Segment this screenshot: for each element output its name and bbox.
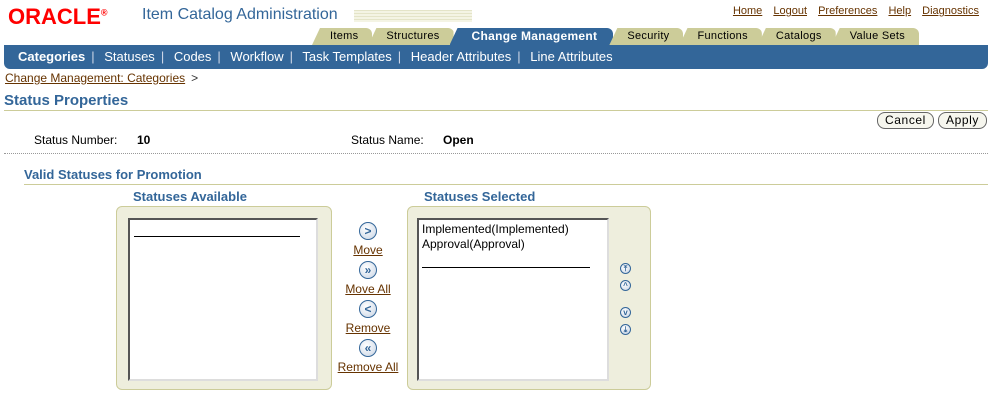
list-separator xyxy=(422,267,590,268)
home-link[interactable]: Home xyxy=(733,5,762,17)
tab-bar: Items Structures Change Management Secur… xyxy=(312,28,920,45)
status-name-value: Open xyxy=(443,133,474,147)
remove-all-link[interactable]: Remove All xyxy=(328,360,408,374)
subnav-categories[interactable]: Categories xyxy=(18,49,85,64)
section-title: Valid Statuses for Promotion xyxy=(24,167,202,182)
tab-change-management[interactable]: Change Management xyxy=(449,28,614,45)
preferences-link[interactable]: Preferences xyxy=(818,5,877,17)
status-number-label: Status Number: xyxy=(34,133,118,147)
title-divider xyxy=(4,110,988,111)
oracle-logo: ORACLE® xyxy=(8,4,108,29)
move-all-right-icon[interactable]: » xyxy=(359,261,377,279)
global-links: Home Logout Preferences Help Diagnostics xyxy=(725,5,979,17)
subnav-task-templates[interactable]: Task Templates xyxy=(302,49,391,64)
breadcrumb: Change Management: Categories > xyxy=(5,71,198,85)
subnav-header-attributes[interactable]: Header Attributes xyxy=(411,49,511,64)
move-control: > Move xyxy=(328,222,408,257)
subnav-statuses[interactable]: Statuses xyxy=(104,49,155,64)
remove-control: < Remove xyxy=(328,300,408,335)
list-item[interactable]: Implemented(Implemented) xyxy=(419,222,607,237)
subnav-codes[interactable]: Codes xyxy=(174,49,212,64)
tab-value-sets[interactable]: Value Sets xyxy=(831,28,920,45)
remove-all-control: « Remove All xyxy=(328,339,408,374)
subnav-line-attributes[interactable]: Line Attributes xyxy=(530,49,612,64)
move-right-icon[interactable]: > xyxy=(359,222,377,240)
breadcrumb-link[interactable]: Change Management: Categories xyxy=(5,71,185,85)
selected-list-title: Statuses Selected xyxy=(424,189,536,204)
move-down-icon[interactable]: v xyxy=(620,307,631,318)
move-all-control: » Move All xyxy=(328,261,408,296)
help-link[interactable]: Help xyxy=(888,5,911,17)
tab-items[interactable]: Items xyxy=(312,28,373,45)
tab-catalogs[interactable]: Catalogs xyxy=(757,28,836,45)
move-to-top-icon[interactable]: ⤒ xyxy=(620,263,631,274)
move-link[interactable]: Move xyxy=(328,243,408,257)
diagnostics-link[interactable]: Diagnostics xyxy=(922,5,979,17)
subnav-workflow[interactable]: Workflow xyxy=(230,49,283,64)
title-decoration xyxy=(354,10,472,22)
list-item[interactable]: Approval(Approval) xyxy=(419,237,607,252)
remove-all-left-icon[interactable]: « xyxy=(359,339,377,357)
logout-link[interactable]: Logout xyxy=(773,5,807,17)
breadcrumb-arrow: > xyxy=(191,71,199,85)
statuses-available-listbox[interactable] xyxy=(128,218,318,381)
dotted-divider xyxy=(4,153,988,154)
page-title: Status Properties xyxy=(4,92,129,109)
remove-link[interactable]: Remove xyxy=(328,321,408,335)
section-divider xyxy=(24,184,988,185)
move-to-bottom-icon[interactable]: ⤓ xyxy=(620,324,631,335)
move-up-icon[interactable]: ^ xyxy=(620,280,631,291)
status-number-value: 10 xyxy=(137,133,151,147)
empty-list-separator xyxy=(134,236,300,237)
apply-button[interactable]: Apply xyxy=(937,112,987,129)
status-name-label: Status Name: xyxy=(351,133,424,147)
tab-security[interactable]: Security xyxy=(609,28,684,45)
available-list-title: Statuses Available xyxy=(133,189,247,204)
sub-navigation: Categories | Statuses | Codes | Workflow | T… xyxy=(4,45,988,69)
app-title: Item Catalog Administration xyxy=(142,6,338,23)
tab-structures[interactable]: Structures xyxy=(368,28,454,45)
statuses-selected-listbox[interactable]: Implemented(Implemented) Approval(Approv… xyxy=(417,218,609,381)
action-buttons: Cancel Apply xyxy=(877,112,987,129)
move-all-link[interactable]: Move All xyxy=(328,282,408,296)
tab-functions[interactable]: Functions xyxy=(679,28,762,45)
move-left-icon[interactable]: < xyxy=(359,300,377,318)
cancel-button[interactable]: Cancel xyxy=(877,112,934,129)
